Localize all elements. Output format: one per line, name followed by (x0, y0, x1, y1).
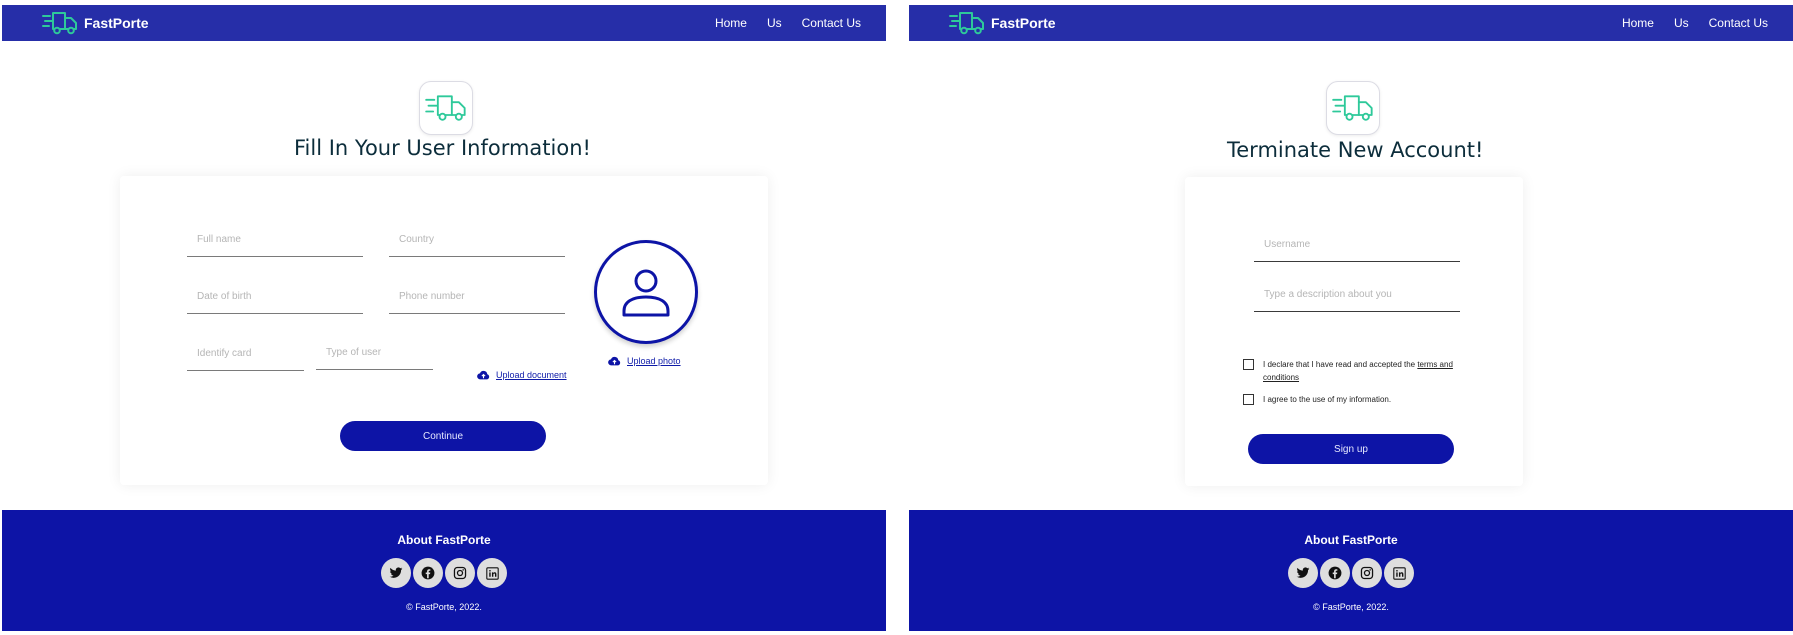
type-of-user-input[interactable] (316, 342, 433, 370)
brand-name: FastPorte (991, 15, 1056, 31)
footer-title: About FastPorte (397, 533, 491, 547)
country-input[interactable] (389, 229, 565, 257)
app-logo (1326, 81, 1380, 135)
nav-us[interactable]: Us (767, 16, 782, 30)
cloud-upload-icon (477, 370, 490, 380)
facebook-button[interactable] (413, 558, 443, 588)
sign-up-button[interactable]: Sign up (1248, 434, 1454, 464)
terms-checkbox[interactable] (1243, 359, 1254, 370)
upload-photo-link[interactable]: Upload photo (608, 356, 681, 366)
nav-links: Home Us Contact Us (1622, 5, 1768, 41)
instagram-button[interactable] (445, 558, 475, 588)
terms-checkbox-row: I declare that I have read and accepted … (1243, 358, 1458, 384)
nav-contact-us[interactable]: Contact Us (1709, 16, 1768, 30)
instagram-icon (453, 566, 467, 580)
nav-links: Home Us Contact Us (715, 5, 861, 41)
social-links (909, 558, 1793, 588)
facebook-button[interactable] (1320, 558, 1350, 588)
twitter-button[interactable] (1288, 558, 1318, 588)
twitter-button[interactable] (381, 558, 411, 588)
profile-photo-placeholder[interactable] (594, 240, 698, 344)
social-links (2, 558, 886, 588)
signup-card: I declare that I have read and accepted … (1185, 177, 1523, 486)
linkedin-icon (485, 566, 499, 580)
truck-icon (949, 12, 984, 35)
truck-icon (1332, 95, 1373, 121)
create-account-screen: FastPorte Home Us Contact Us Terminate N… (909, 0, 1793, 635)
terms-prefix: I declare that I have read and accepted … (1263, 360, 1418, 369)
instagram-button[interactable] (1352, 558, 1382, 588)
brand-name: FastPorte (84, 15, 149, 31)
upload-document-label: Upload document (496, 370, 567, 380)
consent-text: I agree to the use of my information. (1263, 395, 1392, 404)
nav-home[interactable]: Home (715, 16, 747, 30)
username-input[interactable] (1254, 234, 1460, 262)
identify-card-input[interactable] (187, 343, 304, 371)
footer-title: About FastPorte (1304, 533, 1398, 547)
upload-photo-label: Upload photo (627, 356, 681, 366)
linkedin-button[interactable] (1384, 558, 1414, 588)
brand[interactable]: FastPorte (949, 11, 1056, 35)
consent-checkbox-row: I agree to the use of my information. (1243, 393, 1458, 406)
brand[interactable]: FastPorte (42, 11, 149, 35)
linkedin-icon (1392, 566, 1406, 580)
linkedin-button[interactable] (477, 558, 507, 588)
consent-checkbox[interactable] (1243, 394, 1254, 405)
navbar: FastPorte Home Us Contact Us (2, 5, 886, 41)
navbar: FastPorte Home Us Contact Us (909, 5, 1793, 41)
footer: About FastPorte © FastPorte, 2022. (2, 510, 886, 631)
facebook-icon (421, 566, 435, 580)
user-info-card: Upload document Upload photo Continue (120, 176, 768, 485)
cloud-upload-icon (608, 356, 621, 366)
continue-button[interactable]: Continue (340, 421, 546, 451)
terms-text: I declare that I have read and accepted … (1263, 358, 1458, 384)
app-logo (419, 81, 473, 135)
date-of-birth-input[interactable] (187, 286, 363, 314)
upload-document-link[interactable]: Upload document (477, 370, 567, 380)
description-input[interactable] (1254, 284, 1460, 312)
truck-icon (425, 95, 466, 121)
nav-contact-us[interactable]: Contact Us (802, 16, 861, 30)
nav-us[interactable]: Us (1674, 16, 1689, 30)
instagram-icon (1360, 566, 1374, 580)
facebook-icon (1328, 566, 1342, 580)
twitter-icon (1296, 567, 1310, 578)
page-title: Terminate New Account! (1227, 138, 1484, 162)
user-information-screen: FastPorte Home Us Contact Us Fill In You… (2, 0, 886, 635)
user-icon (622, 269, 670, 317)
footer: About FastPorte © FastPorte, 2022. (909, 510, 1793, 631)
page-title: Fill In Your User Information! (294, 136, 591, 160)
phone-number-input[interactable] (389, 286, 565, 314)
nav-home[interactable]: Home (1622, 16, 1654, 30)
twitter-icon (389, 567, 403, 578)
copyright: © FastPorte, 2022. (1313, 602, 1389, 612)
truck-icon (42, 12, 77, 35)
copyright: © FastPorte, 2022. (406, 602, 482, 612)
full-name-input[interactable] (187, 229, 363, 257)
